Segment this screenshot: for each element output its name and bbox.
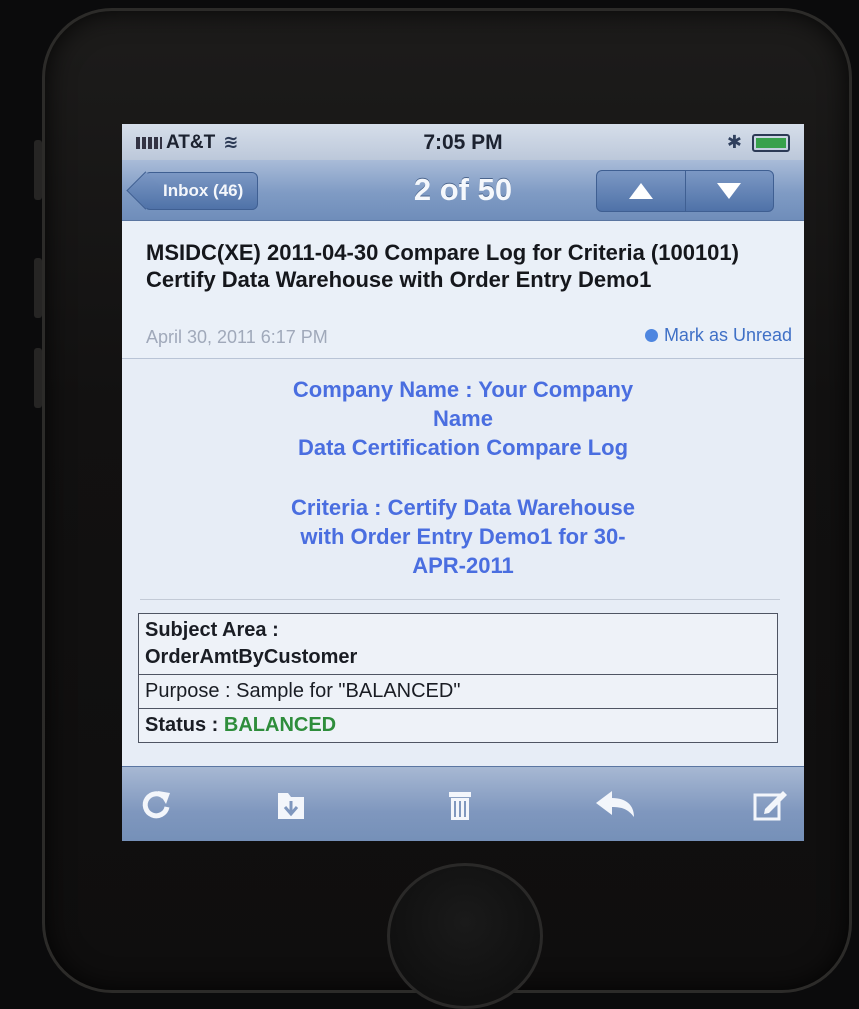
status-bar: AT&T ≋ 7:05 PM ✱ (122, 124, 804, 160)
delete-button[interactable] (440, 785, 480, 825)
compose-icon (753, 791, 787, 821)
compare-log-table: Subject Area : OrderAmtByCustomer Purpos… (138, 613, 778, 743)
mark-as-unread-label: Mark as Unread (663, 325, 792, 345)
down-arrow-icon (717, 183, 742, 199)
subject-area-label: Subject Area : (145, 619, 279, 641)
criteria-heading: Criteria : Certify Data Warehouse with O… (148, 493, 778, 580)
home-button[interactable] (387, 863, 543, 1009)
navigation-bar: Inbox (46) 2 of 50 (122, 160, 804, 221)
bluetooth-icon: ✱ (726, 132, 742, 152)
purpose-cell: Purpose : Sample for "BALANCED" (138, 674, 778, 709)
reply-icon (596, 791, 634, 817)
subject-area-value: OrderAmtByCustomer (145, 646, 358, 668)
message-date: April 30, 2011 6:17 PM (146, 327, 328, 347)
status-value: BALANCED (223, 714, 337, 736)
company-name-line: Company Name : Your Company (292, 377, 634, 402)
reply-button[interactable] (592, 785, 638, 825)
status-label: Status : (145, 714, 224, 736)
table-row: Subject Area : OrderAmtByCustomer (138, 613, 778, 675)
inbox-back-label: Inbox (46) (163, 181, 244, 200)
company-heading: Company Name : Your Company Name Data Ce… (148, 375, 778, 462)
battery-icon (752, 133, 790, 152)
criteria-line: with Order Entry Demo1 for 30- (300, 524, 626, 549)
status-cell: Status : BALANCED (138, 708, 778, 743)
volume-up-button (34, 258, 42, 318)
message-body: Company Name : Your Company Name Data Ce… (122, 359, 804, 749)
trash-icon (449, 792, 471, 820)
up-arrow-icon (628, 183, 653, 199)
message-subject: MSIDC(XE) 2011-04-30 Compare Log for Cri… (146, 240, 739, 292)
unread-dot-icon (644, 329, 658, 342)
table-row: Status : BALANCED (138, 708, 778, 743)
bottom-toolbar (122, 766, 804, 841)
volume-down-button (34, 348, 42, 408)
criteria-line: APR-2011 (412, 553, 514, 578)
company-name-line: Name (433, 406, 493, 431)
next-message-button[interactable] (684, 171, 774, 211)
silent-switch (34, 140, 42, 200)
message-header: MSIDC(XE) 2011-04-30 Compare Log for Cri… (122, 221, 804, 359)
status-time: 7:05 PM (423, 131, 503, 154)
log-title: Data Certification Compare Log (297, 435, 629, 460)
table-row: Purpose : Sample for "BALANCED" (138, 674, 778, 709)
mark-as-unread-link[interactable]: Mark as Unread (644, 325, 792, 346)
message-navigation-control (596, 170, 774, 212)
move-button[interactable] (272, 785, 312, 825)
previous-message-button[interactable] (597, 171, 685, 211)
compose-button[interactable] (750, 785, 790, 825)
criteria-line: Criteria : Certify Data Warehouse (291, 495, 635, 520)
body-divider (140, 599, 780, 600)
battery-area: ✱ (727, 132, 790, 154)
subject-area-cell: Subject Area : OrderAmtByCustomer (138, 613, 778, 675)
move-to-folder-icon (278, 793, 304, 819)
refresh-button[interactable] (136, 785, 176, 825)
refresh-icon (142, 791, 170, 819)
phone-screen: AT&T ≋ 7:05 PM ✱ Inbox (46) 2 of 50 MSIDC… (122, 124, 804, 841)
